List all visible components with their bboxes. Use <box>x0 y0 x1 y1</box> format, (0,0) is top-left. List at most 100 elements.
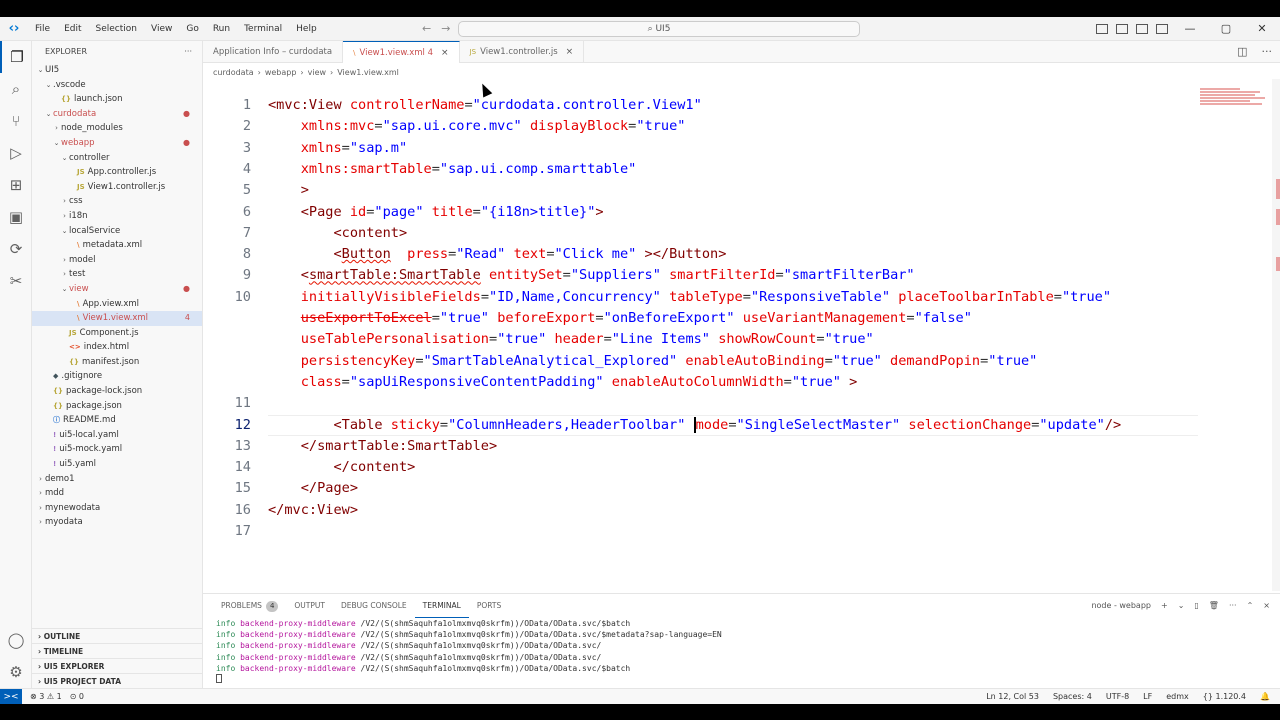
code-line[interactable]: 14 </content> <box>203 457 1203 478</box>
tree-item[interactable]: › model <box>32 253 202 268</box>
status-item[interactable]: Ln 12, Col 53 <box>986 692 1039 701</box>
menu-item-terminal[interactable]: Terminal <box>237 17 289 41</box>
new-terminal-icon[interactable]: + <box>1161 594 1168 618</box>
code-line[interactable]: 8 <Button press="Read" text="Click me" >… <box>203 244 1203 265</box>
panel-tab-problems[interactable]: PROBLEMS 4 <box>213 594 286 618</box>
split-terminal-icon[interactable]: ▯ <box>1194 594 1198 618</box>
tree-item[interactable]: ⌄ view ● <box>32 282 202 297</box>
code-line[interactable]: 9 <smartTable:SmartTable entitySet="Supp… <box>203 265 1203 286</box>
tree-item[interactable]: \ metadata.xml <box>32 238 202 253</box>
terminal-name[interactable]: node - webapp <box>1091 594 1151 618</box>
status-item[interactable]: UTF-8 <box>1106 692 1129 701</box>
minimap[interactable] <box>1200 87 1270 127</box>
source-control-icon[interactable]: ⑂ <box>0 105 32 137</box>
notifications-bell-icon[interactable]: 🔔 <box>1260 692 1270 701</box>
code-line[interactable]: persistencyKey="SmartTableAnalytical_Exp… <box>203 351 1203 372</box>
ui5-icon[interactable]: ⟳ <box>0 233 32 265</box>
problems-count[interactable]: ⊗ 3 ⚠ 1 <box>30 692 62 701</box>
breadcrumb-item[interactable]: webapp <box>265 68 297 77</box>
code-line[interactable]: 3 xmlns="sap.m" <box>203 138 1203 159</box>
panel-tab-output[interactable]: OUTPUT <box>286 594 333 618</box>
section-ui5-explorer[interactable]: › UI5 EXPLORER <box>32 658 202 673</box>
code-line[interactable]: class="sapUiResponsiveContentPadding" en… <box>203 372 1203 393</box>
breadcrumb-item[interactable]: view <box>308 68 326 77</box>
code-line[interactable]: 5 > <box>203 180 1203 201</box>
maximize-panel-icon[interactable]: ⌃ <box>1247 594 1254 618</box>
search-view-icon[interactable]: ⌕ <box>0 73 32 105</box>
code-line[interactable]: 12 <Table sticky="ColumnHeaders,HeaderTo… <box>203 415 1203 436</box>
code-line[interactable]: useExportToExcel="true" beforeExport="on… <box>203 308 1203 329</box>
manage-gear-icon[interactable]: ⚙ <box>0 656 32 688</box>
status-item[interactable]: LF <box>1143 692 1152 701</box>
code-line[interactable]: 4 xmlns:smartTable="sap.ui.comp.smarttab… <box>203 159 1203 180</box>
section-timeline[interactable]: › TIMELINE <box>32 643 202 658</box>
more-editor-actions-icon[interactable]: ··· <box>1262 41 1273 63</box>
tree-item[interactable]: \ App.view.xml <box>32 297 202 312</box>
terminal-prompt[interactable] <box>216 673 1280 685</box>
panel-tab-ports[interactable]: PORTS <box>469 594 509 618</box>
panel-tab-terminal[interactable]: TERMINAL <box>414 594 469 618</box>
toggle-panel-icon[interactable] <box>1116 24 1128 34</box>
panel-tab-debug-console[interactable]: DEBUG CONSOLE <box>333 594 415 618</box>
menu-item-go[interactable]: Go <box>179 17 205 41</box>
customize-layout-icon[interactable] <box>1156 24 1168 34</box>
minimize-button[interactable]: — <box>1172 17 1208 41</box>
maximize-button[interactable]: ▢ <box>1208 17 1244 41</box>
code-line[interactable]: 16 </mvc:View> <box>203 500 1203 521</box>
tree-item[interactable]: ! ui5-local.yaml <box>32 428 202 443</box>
tree-item[interactable]: › css <box>32 194 202 209</box>
menu-item-view[interactable]: View <box>144 17 179 41</box>
section-ui5-project-data[interactable]: › UI5 PROJECT DATA <box>32 673 202 688</box>
tree-item[interactable]: JS View1.controller.js <box>32 180 202 195</box>
extensions-icon[interactable]: ⊞ <box>0 169 32 201</box>
tree-item[interactable]: › node_modules <box>32 121 202 136</box>
tree-item[interactable]: ◆ .gitignore <box>32 369 202 384</box>
code-line[interactable]: useTablePersonalisation="true" header="L… <box>203 329 1203 350</box>
code-line[interactable]: 10 initiallyVisibleFields="ID,Name,Concu… <box>203 287 1203 308</box>
tree-item[interactable]: {} package.json <box>32 399 202 414</box>
menu-item-edit[interactable]: Edit <box>57 17 88 41</box>
tree-item[interactable]: ! ui5.yaml <box>32 457 202 472</box>
forward-arrow-icon[interactable]: → <box>441 17 450 41</box>
remote-indicator-icon[interactable]: >< <box>0 688 22 704</box>
menu-item-help[interactable]: Help <box>289 17 324 41</box>
status-item[interactable]: edmx <box>1166 692 1189 701</box>
editor-tab[interactable]: JS View1.controller.js × <box>460 41 585 63</box>
terminal-dropdown-icon[interactable]: ⌄ <box>1178 594 1185 618</box>
breadcrumb-item[interactable]: curdodata <box>213 68 254 77</box>
kill-terminal-icon[interactable]: 🗑 <box>1209 594 1219 618</box>
menu-item-file[interactable]: File <box>28 17 57 41</box>
tree-item[interactable]: {} manifest.json <box>32 355 202 370</box>
code-line[interactable]: 17 <box>203 521 1203 542</box>
editor-tab[interactable]: \ View1.view.xml 4 × <box>343 41 460 64</box>
explorer-icon[interactable]: ❐ <box>0 41 32 73</box>
editor-tab[interactable]: Application Info – curdodata <box>203 41 344 63</box>
tree-item[interactable]: › mynewodata <box>32 501 202 516</box>
tree-item[interactable]: JS App.controller.js <box>32 165 202 180</box>
menu-item-selection[interactable]: Selection <box>89 17 144 41</box>
status-item[interactable]: {} 1.120.4 <box>1203 692 1246 701</box>
tools-icon[interactable]: ✂ <box>0 265 32 297</box>
tree-item[interactable]: ⌄ curdodata ● <box>32 107 202 122</box>
tree-item[interactable]: › mdd <box>32 486 202 501</box>
remote-explorer-icon[interactable]: ▣ <box>0 201 32 233</box>
close-window-button[interactable]: ✕ <box>1244 17 1280 41</box>
close-panel-icon[interactable]: × <box>1263 594 1270 618</box>
code-line[interactable]: 7 <content> <box>203 223 1203 244</box>
menu-item-run[interactable]: Run <box>206 17 237 41</box>
tree-item[interactable]: › myodata <box>32 515 202 530</box>
tree-item[interactable]: ! ui5-mock.yaml <box>32 442 202 457</box>
code-line[interactable]: 1 <mvc:View controllerName="curdodata.con… <box>203 95 1203 116</box>
toggle-primary-sidebar-icon[interactable] <box>1096 24 1108 34</box>
tree-item[interactable]: ⌄ UI5 <box>32 63 202 78</box>
code-line[interactable]: 2 xmlns:mvc="sap.ui.core.mvc" displayBlo… <box>203 116 1203 137</box>
status-item[interactable]: Spaces: 4 <box>1053 692 1092 701</box>
tree-item[interactable]: {} launch.json <box>32 92 202 107</box>
code-editor[interactable]: 1 <mvc:View controllerName="curdodata.con… <box>203 79 1203 591</box>
code-line[interactable]: 13 </smartTable:SmartTable> <box>203 436 1203 457</box>
more-panel-actions-icon[interactable]: ··· <box>1229 594 1237 618</box>
code-line[interactable]: 11 <box>203 393 1203 414</box>
split-editor-icon[interactable]: ◫ <box>1237 41 1247 63</box>
tree-item[interactable]: {} package-lock.json <box>32 384 202 399</box>
close-tab-icon[interactable]: × <box>441 42 449 64</box>
